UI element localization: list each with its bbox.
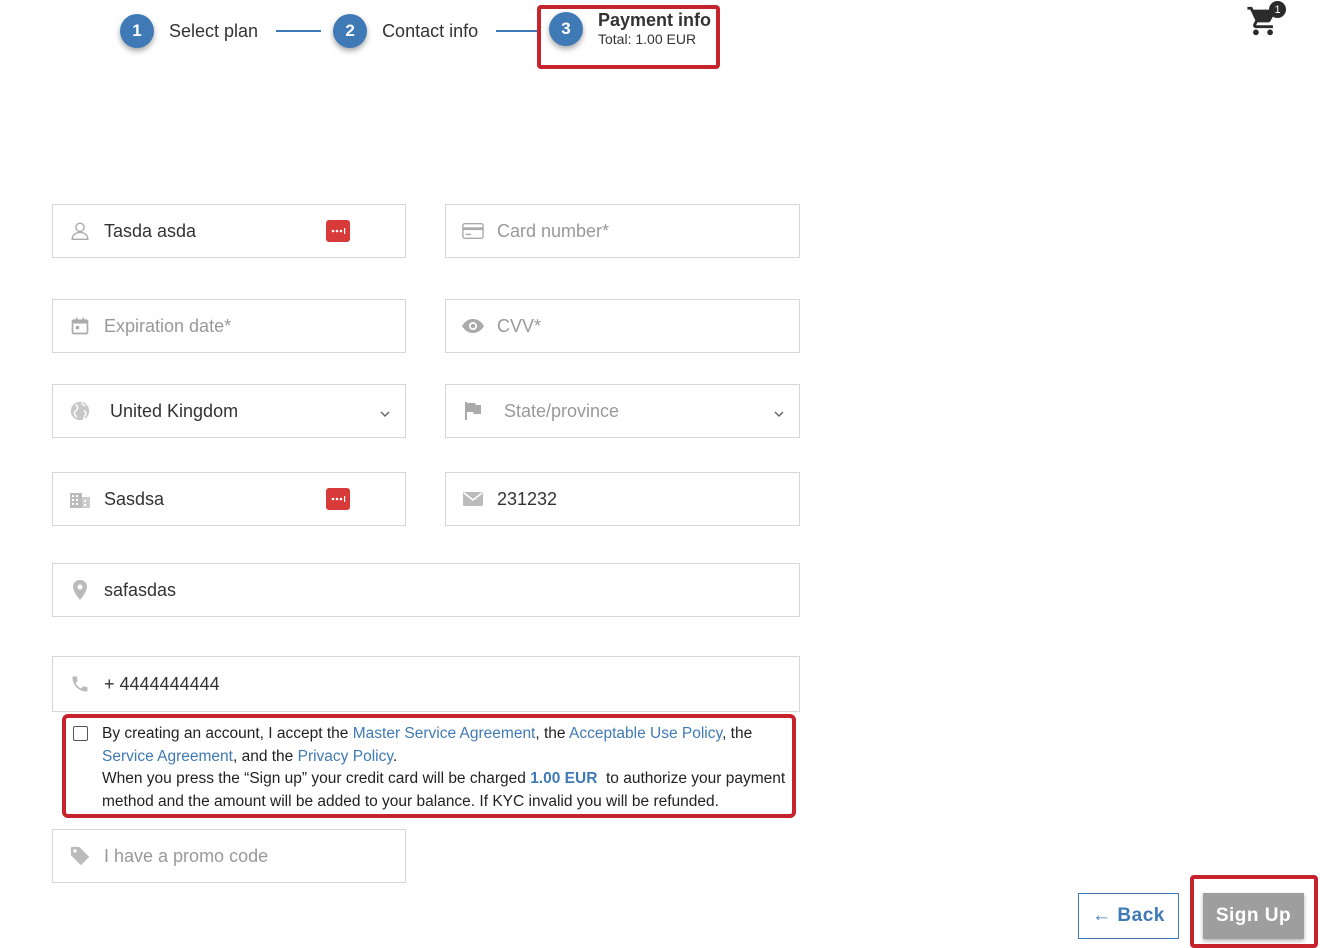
step-connector [276, 30, 322, 32]
chevron-down-icon [379, 404, 391, 425]
step-label: Contact info [382, 20, 479, 41]
terms-text: By creating an account, I accept the Mas… [102, 723, 802, 814]
tag-icon [68, 844, 92, 868]
zip-code-field[interactable]: 231232 [445, 472, 800, 526]
cart-button[interactable]: 1 [1246, 1, 1286, 40]
step-number: 3 [549, 12, 583, 47]
card-number-placeholder: Card number* [497, 220, 610, 241]
privacy-policy-link[interactable]: Privacy Policy [298, 748, 393, 765]
promo-code-field[interactable]: I have a promo code [52, 829, 406, 883]
phone-icon [68, 672, 92, 696]
checkout-stepper: 1 Select plan 2 Contact info [120, 11, 542, 51]
step-connector [496, 30, 542, 32]
step-contact-info[interactable]: 2 Contact info [333, 14, 478, 48]
step-select-plan[interactable]: 1 Select plan [120, 14, 258, 48]
location-pin-icon [68, 578, 92, 602]
name-on-card-field[interactable]: Tasda asda [52, 204, 406, 258]
step-number: 1 [120, 14, 154, 48]
card-number-field[interactable]: Card number* [445, 204, 800, 258]
building-icon [68, 487, 92, 511]
chevron-down-icon [773, 404, 785, 425]
phone-value: + 4444444444 [104, 673, 220, 694]
charge-amount: 1.00 EUR [530, 770, 598, 788]
phone-field[interactable]: + 4444444444 [52, 656, 800, 712]
terms-text-part: , the [722, 725, 753, 742]
credit-card-icon [461, 219, 485, 243]
zip-value: 231232 [497, 488, 558, 509]
charge-notice: When you press the “Sign up” your credit… [102, 770, 531, 788]
eye-icon [461, 314, 485, 338]
state-placeholder: State/province [504, 400, 620, 421]
cvv-field[interactable]: CVV* [445, 299, 800, 353]
terms-checkbox[interactable] [73, 726, 88, 741]
step-payment-info[interactable]: 3 Payment info Total: 1.00 EUR [549, 10, 712, 47]
country-select[interactable]: United Kingdom [52, 384, 406, 438]
address-value: safasdas [104, 579, 177, 600]
cart-count-badge: 1 [1269, 1, 1286, 18]
calendar-icon [68, 314, 92, 338]
person-icon [68, 219, 92, 243]
password-manager-icon[interactable] [326, 488, 350, 510]
password-manager-icon[interactable] [326, 220, 350, 242]
step-label: Payment info [598, 10, 712, 30]
service-agreement-link[interactable]: Service Agreement [102, 748, 233, 765]
city-value: Sasdsa [104, 488, 165, 509]
city-field[interactable]: Sasdsa [52, 472, 406, 526]
flag-icon [461, 399, 485, 423]
cvv-placeholder: CVV* [497, 315, 542, 336]
promo-placeholder: I have a promo code [104, 845, 269, 866]
country-value: United Kingdom [110, 400, 239, 421]
terms-text-part: , and the [232, 747, 298, 765]
state-province-select[interactable]: State/province [445, 384, 800, 438]
terms-text-part: By creating an account, I accept the [102, 725, 353, 742]
step-number: 2 [333, 14, 368, 48]
terms-text-part: . [392, 747, 398, 765]
back-button[interactable]: ← Back [1078, 893, 1179, 939]
expiration-placeholder: Expiration date* [104, 315, 232, 336]
expiration-date-field[interactable]: Expiration date* [52, 299, 406, 353]
name-value: Tasda asda [104, 220, 197, 241]
globe-icon [68, 399, 92, 423]
sign-up-button[interactable]: Sign Up [1203, 893, 1304, 939]
master-service-agreement-link[interactable]: Master Service Agreement [353, 725, 536, 742]
acceptable-use-policy-link[interactable]: Acceptable Use Policy [569, 725, 722, 742]
address-field[interactable]: safasdas [52, 563, 800, 617]
envelope-icon [461, 487, 485, 511]
step-label: Select plan [169, 20, 259, 41]
order-total: Total: 1.00 EUR [598, 30, 697, 47]
terms-text-part: , the [535, 725, 569, 742]
